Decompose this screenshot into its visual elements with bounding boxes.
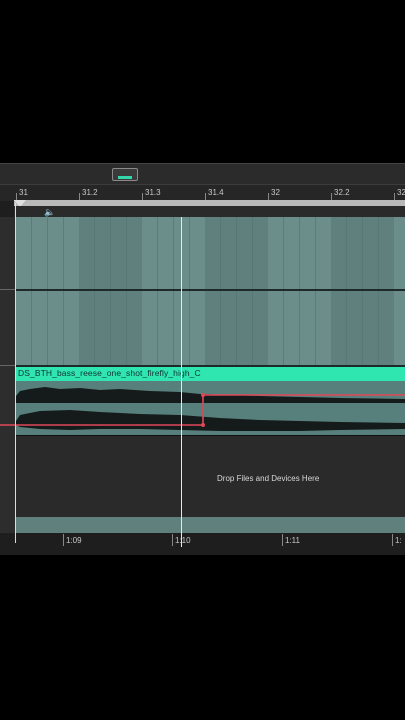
start-marker-line bbox=[15, 203, 16, 543]
playhead[interactable] bbox=[181, 217, 182, 547]
waveform-lower bbox=[16, 410, 405, 431]
automation-point bbox=[201, 393, 205, 397]
automation-point bbox=[201, 423, 205, 427]
arrangement-view: 31 31.2 31.3 31.4 32 32.2 32 🔈 DS_BTH_ba… bbox=[0, 163, 405, 555]
waveform-and-automation bbox=[0, 387, 405, 431]
